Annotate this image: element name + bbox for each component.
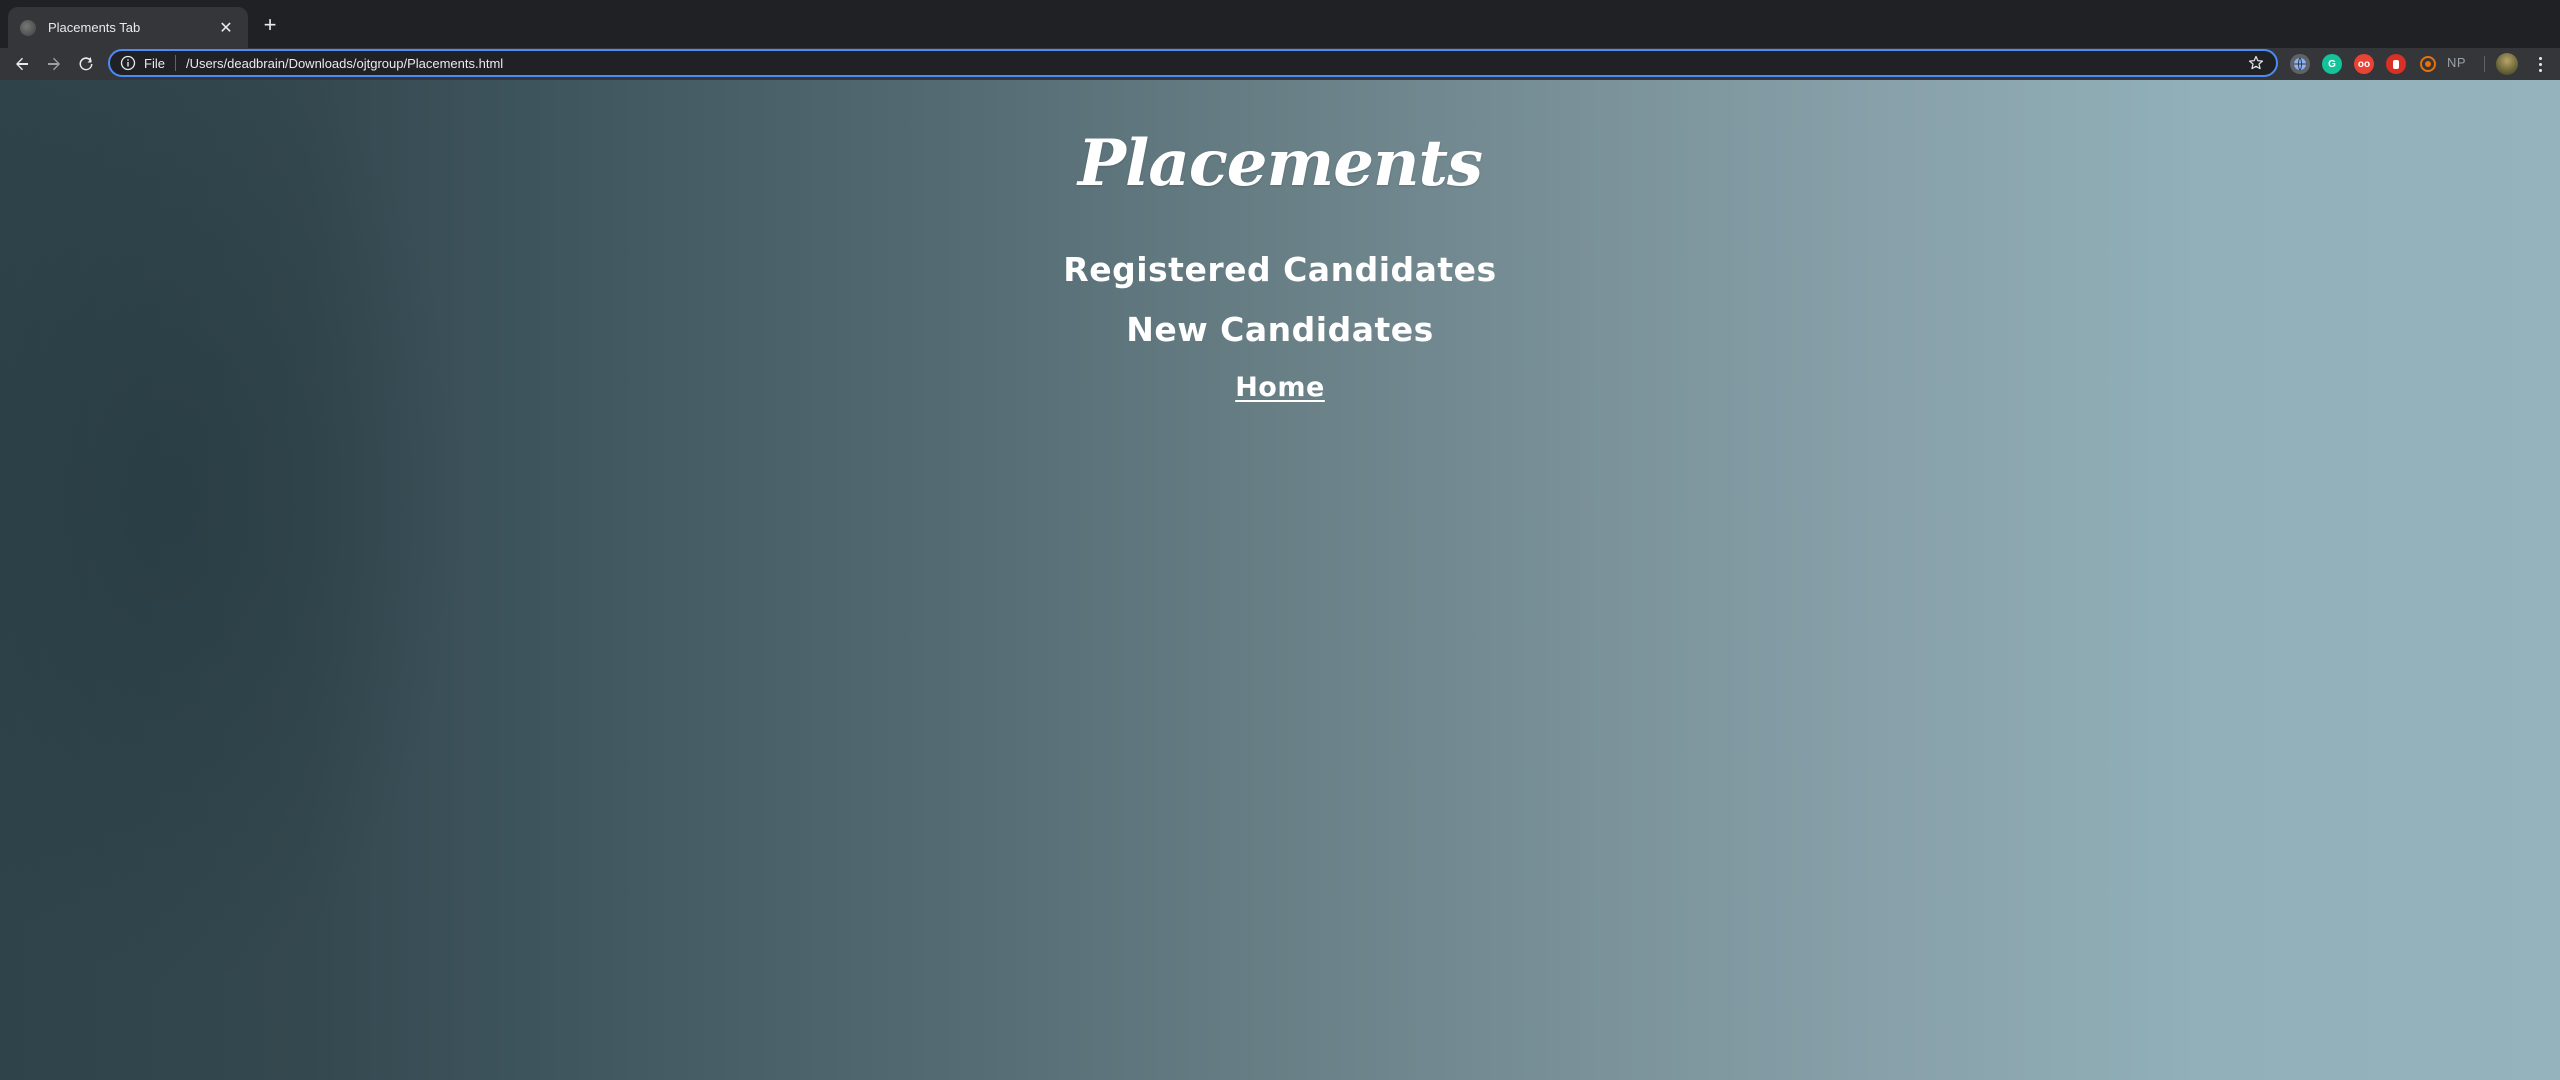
registered-candidates-link[interactable]: Registered Candidates xyxy=(0,250,2560,289)
browser-toolbar: File /Users/deadbrain/Downloads/ojtgroup… xyxy=(0,48,2560,80)
info-icon[interactable] xyxy=(120,55,136,71)
page-viewport: Placements Registered Candidates New Can… xyxy=(0,80,2560,1080)
target-extension-icon[interactable] xyxy=(2418,54,2438,74)
url-text[interactable]: /Users/deadbrain/Downloads/ojtgroup/Plac… xyxy=(186,56,2242,71)
tracker-extension-icon[interactable]: oo xyxy=(2354,54,2374,74)
page-title: Placements xyxy=(1077,126,1483,201)
new-tab-button[interactable]: + xyxy=(258,13,282,37)
reload-icon xyxy=(79,57,93,71)
address-bar[interactable]: File /Users/deadbrain/Downloads/ojtgroup… xyxy=(108,49,2278,77)
adblock-extension-icon[interactable] xyxy=(2386,54,2406,74)
forward-button[interactable] xyxy=(42,52,66,76)
browser-menu-icon[interactable] xyxy=(2528,52,2552,76)
scheme-label: File xyxy=(144,55,165,71)
bookmark-star-icon[interactable] xyxy=(2242,51,2270,75)
tab-title: Placements Tab xyxy=(48,20,141,35)
target-icon xyxy=(2420,56,2436,72)
back-button[interactable] xyxy=(10,52,34,76)
tracker-icon: oo xyxy=(2357,58,2371,70)
arrow-left-icon xyxy=(16,57,28,71)
globe-extension-icon[interactable] xyxy=(2290,54,2310,74)
globe-icon xyxy=(2294,57,2306,71)
omnibox-separator xyxy=(174,55,176,71)
grammarly-extension-icon[interactable]: G xyxy=(2322,54,2342,74)
np-extension-icon[interactable]: NP xyxy=(2447,55,2466,73)
favicon-icon xyxy=(20,19,36,36)
star-icon xyxy=(2248,55,2264,70)
grammarly-icon: G xyxy=(2328,58,2336,70)
reload-button[interactable] xyxy=(74,52,98,76)
arrow-right-icon xyxy=(48,57,60,71)
toolbar-divider xyxy=(2484,56,2485,72)
new-candidates-link[interactable]: New Candidates xyxy=(0,310,2560,349)
tab-placements[interactable]: Placements Tab ✕ xyxy=(8,7,248,48)
home-link[interactable]: Home xyxy=(0,372,2560,403)
tab-close-icon[interactable]: ✕ xyxy=(216,18,236,38)
tab-strip: Placements Tab ✕ + xyxy=(0,0,2560,48)
hand-icon xyxy=(2393,60,2399,69)
profile-avatar[interactable] xyxy=(2496,53,2518,75)
